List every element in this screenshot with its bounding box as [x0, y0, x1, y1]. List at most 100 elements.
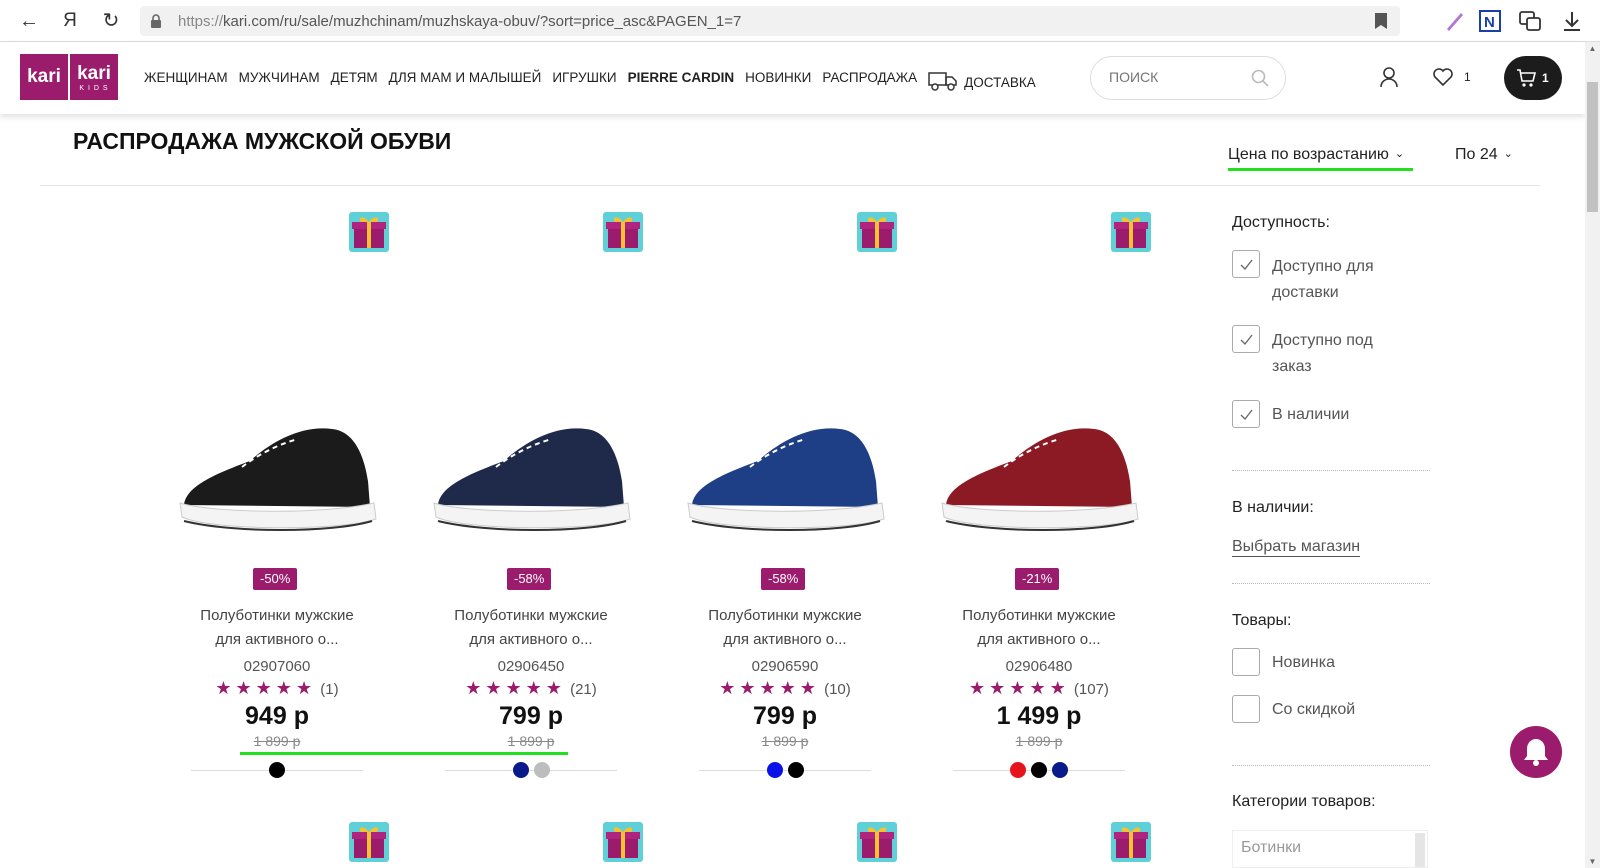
choose-store-link[interactable]: Выбрать магазин: [1232, 538, 1361, 557]
back-arrow-icon[interactable]: ←: [17, 9, 41, 33]
filter-title-in-stock: В наличии:: [1232, 499, 1314, 516]
yandex-icon[interactable]: Я: [58, 9, 82, 33]
product-name[interactable]: Полуботинки мужские для активного о...: [939, 604, 1139, 652]
search-icon[interactable]: [1251, 69, 1269, 87]
search-input[interactable]: [1109, 69, 1239, 85]
cart-button[interactable]: 1: [1504, 56, 1562, 100]
color-swatches: [177, 762, 377, 778]
gift-icon[interactable]: [1111, 822, 1151, 862]
gift-icon[interactable]: [857, 822, 897, 862]
user-icon[interactable]: [1378, 66, 1400, 88]
gift-icon[interactable]: [603, 212, 643, 252]
page-title: РАСПРОДАЖА МУЖСКОЙ ОБУВИ: [73, 128, 452, 154]
chevron-down-icon: ⌄: [1503, 148, 1513, 160]
page-scrollbar[interactable]: ▲ ▼: [1585, 42, 1600, 868]
product-rating[interactable]: ★★★★★ (10): [685, 678, 885, 699]
scroll-up-icon[interactable]: ▲: [1588, 44, 1597, 53]
gift-icon[interactable]: [349, 212, 389, 252]
color-swatches: [939, 762, 1139, 778]
nav-delivery[interactable]: ДОСТАВКА: [928, 70, 1036, 92]
url-text[interactable]: https://kari.com/ru/sale/muzhchinam/muzh…: [178, 13, 741, 30]
checkbox-label[interactable]: Со скидкой: [1272, 697, 1355, 723]
browser-toolbar: ← Я ↻ https://kari.com/ru/sale/muzhchina…: [0, 0, 1600, 42]
color-swatches: [685, 762, 885, 778]
category-scrollbar[interactable]: [1415, 833, 1425, 867]
nav-kids[interactable]: ДЕТЯМ: [331, 70, 378, 92]
color-swatch[interactable]: [787, 762, 804, 778]
nav-toys[interactable]: ИГРУШКИ: [552, 70, 616, 92]
rating-stars-icon: ★★★★★: [719, 678, 820, 698]
nav-pierre-cardin[interactable]: PIERRE CARDIN: [628, 70, 735, 92]
checkbox-label[interactable]: Доступно для доставки: [1272, 254, 1374, 306]
checkbox-in-stock[interactable]: [1232, 400, 1260, 428]
scroll-down-icon[interactable]: ▼: [1588, 857, 1597, 866]
download-icon[interactable]: [1560, 9, 1584, 33]
gift-icon[interactable]: [349, 822, 389, 862]
filter-title-goods: Товары:: [1232, 612, 1292, 629]
reload-icon[interactable]: ↻: [99, 9, 123, 33]
product-price: 1 499 р: [996, 702, 1082, 730]
kari-logo[interactable]: kari kari K I D S: [20, 54, 118, 100]
product-image[interactable]: [426, 395, 636, 545]
product-image[interactable]: [934, 395, 1144, 545]
product-code: 02906480: [1005, 658, 1073, 675]
product-name-line: Полуботинки мужские: [454, 607, 608, 624]
filter-title-availability: Доступность:: [1232, 214, 1330, 231]
checkbox-new[interactable]: [1232, 648, 1260, 676]
category-list[interactable]: Ботинки: [1232, 830, 1428, 868]
color-swatch[interactable]: [766, 762, 783, 778]
color-swatch[interactable]: [1010, 762, 1026, 778]
gift-icon[interactable]: [603, 822, 643, 862]
color-swatches: [431, 762, 631, 778]
product-name[interactable]: Полуботинки мужские для активного о...: [685, 604, 885, 652]
per-page-select[interactable]: По 24 ⌄: [1455, 146, 1513, 164]
filter-title-categories: Категории товаров:: [1232, 793, 1376, 810]
color-swatch[interactable]: [533, 762, 550, 778]
product-name[interactable]: Полуботинки мужские для активного о...: [177, 604, 377, 652]
category-item[interactable]: Ботинки: [1241, 839, 1301, 857]
color-swatch[interactable]: [1031, 762, 1047, 778]
rating-stars-icon: ★★★★★: [969, 678, 1070, 698]
product-rating[interactable]: ★★★★★ (107): [939, 678, 1139, 699]
check-icon: [1240, 259, 1253, 270]
product-price: 949 р: [245, 702, 309, 730]
checkbox-label[interactable]: В наличии: [1272, 402, 1349, 428]
color-swatch[interactable]: [512, 762, 529, 778]
check-icon: [1240, 409, 1253, 420]
label-line: Доступно под: [1272, 332, 1373, 349]
address-bar[interactable]: https://kari.com/ru/sale/muzhchinam/muzh…: [140, 6, 1400, 36]
product-image[interactable]: [172, 395, 382, 545]
nav-women[interactable]: ЖЕНЩИНАМ: [144, 70, 228, 92]
product-old-price: 1 899 р: [1015, 733, 1063, 749]
product-rating[interactable]: ★★★★★ (21): [431, 678, 631, 699]
product-rating[interactable]: ★★★★★ (1): [177, 678, 377, 699]
scroll-thumb[interactable]: [1587, 82, 1598, 212]
translate-icon[interactable]: [1518, 9, 1542, 33]
url-path: kari.com/ru/sale/muzhchinam/muzhskaya-ob…: [223, 13, 742, 30]
gift-icon[interactable]: [1111, 212, 1151, 252]
pen-extension-icon[interactable]: [1443, 9, 1467, 33]
bookmark-icon[interactable]: [1374, 12, 1388, 30]
gift-icon[interactable]: [857, 212, 897, 252]
nav-moms-babies[interactable]: ДЛЯ МАМ И МАЛЫШЕЙ: [389, 70, 542, 92]
color-swatch[interactable]: [1052, 762, 1068, 778]
product-name-line: для активного о...: [469, 631, 593, 648]
checkbox-discount[interactable]: [1232, 695, 1260, 723]
nav-sale[interactable]: РАСПРОДАЖА: [822, 70, 917, 92]
heart-icon[interactable]: [1432, 66, 1454, 88]
n-extension-icon[interactable]: N: [1478, 9, 1502, 33]
notification-button[interactable]: [1510, 726, 1562, 778]
checkbox-label[interactable]: Новинка: [1272, 650, 1335, 676]
color-swatch[interactable]: [269, 762, 285, 778]
main-nav: ЖЕНЩИНАМ МУЖЧИНАМ ДЕТЯМ ДЛЯ МАМ И МАЛЫШЕ…: [144, 70, 1036, 92]
product-name-line: для активного о...: [977, 631, 1101, 648]
nav-new[interactable]: НОВИНКИ: [745, 70, 811, 92]
sort-select[interactable]: Цена по возрастанию ⌄: [1228, 146, 1404, 164]
search-box[interactable]: [1090, 56, 1286, 100]
product-image[interactable]: [680, 395, 890, 545]
checkbox-available-delivery[interactable]: [1232, 250, 1260, 278]
nav-men[interactable]: МУЖЧИНАМ: [239, 70, 320, 92]
product-name[interactable]: Полуботинки мужские для активного о...: [431, 604, 631, 652]
checkbox-label[interactable]: Доступно под заказ: [1272, 328, 1373, 380]
checkbox-available-order[interactable]: [1232, 325, 1260, 353]
